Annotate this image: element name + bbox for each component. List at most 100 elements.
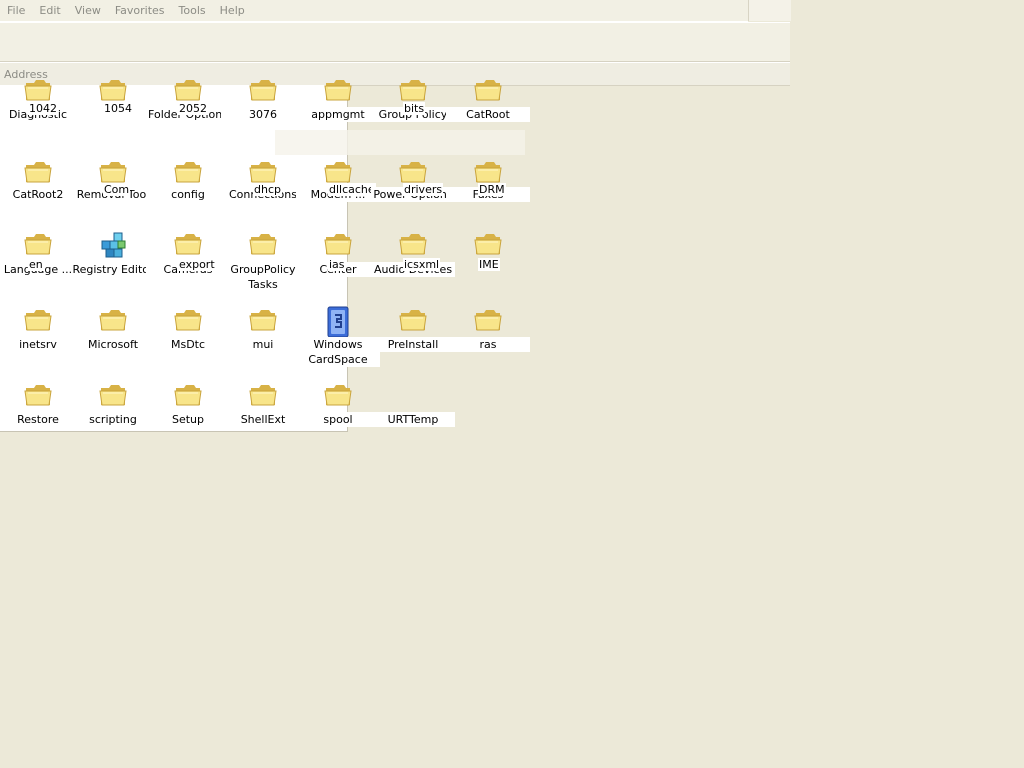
file-item-label: mui <box>221 337 305 352</box>
folder-icon <box>173 229 203 259</box>
menu-favorites[interactable]: Favorites <box>108 1 172 21</box>
folder-icon <box>248 229 278 259</box>
cardspace-icon <box>323 305 353 338</box>
overlay-label: IME <box>478 258 500 271</box>
folder-icon <box>398 229 428 259</box>
file-item[interactable]: Connectionsdhcp <box>221 151 305 215</box>
folder-icon <box>173 75 203 105</box>
file-item[interactable]: Audio Devicesicsxml <box>371 226 455 290</box>
file-item[interactable]: Restore <box>0 376 80 440</box>
file-item[interactable]: scripting <box>71 376 155 440</box>
file-item[interactable]: Centerias <box>296 226 380 290</box>
file-item-label: GroupPolicy Tasks <box>221 262 305 292</box>
file-item-label: 3076 <box>221 107 305 122</box>
file-item-label: ShellExt <box>221 412 305 427</box>
file-item[interactable]: spool <box>296 376 380 440</box>
folder-icon <box>98 380 128 410</box>
overlay-label: 1042 <box>28 102 58 115</box>
overlay-label: bits <box>403 102 426 115</box>
file-item[interactable]: MsDtc <box>146 301 230 365</box>
folder-icon <box>23 157 53 187</box>
folder-icon <box>323 75 353 105</box>
file-item[interactable]: Modem ...dllcache <box>296 151 380 215</box>
file-item-label: appmgmt <box>296 107 380 122</box>
toolbar <box>0 22 790 62</box>
file-item[interactable]: Power Optionsdrivers <box>371 151 455 215</box>
file-item[interactable]: GroupPolicy Tasks <box>221 226 305 292</box>
folder-icon <box>473 305 503 335</box>
folder-icon <box>248 305 278 335</box>
file-item[interactable]: Language ...en <box>0 226 80 290</box>
file-item-label: URTTemp <box>371 412 455 427</box>
folder-icon <box>398 75 428 105</box>
file-item[interactable]: Diagnostic1042 <box>0 75 80 139</box>
file-item-label: CatRoot2 <box>0 187 80 202</box>
file-item[interactable]: Setup <box>146 376 230 440</box>
folder-icon <box>23 75 53 105</box>
overlay-label: drivers <box>403 183 444 196</box>
folder-icon <box>23 380 53 410</box>
overlay-label: 2052 <box>178 102 208 115</box>
file-item-label: scripting <box>71 412 155 427</box>
folder-icon <box>473 75 503 105</box>
folder-icon <box>473 229 503 259</box>
menu-bar-extension <box>748 0 791 21</box>
file-item-label: ras <box>446 337 530 352</box>
file-item[interactable]: IME <box>450 226 526 290</box>
file-item-label: CatRoot <box>446 107 530 122</box>
file-item-label: inetsrv <box>0 337 80 352</box>
overlay-label: icsxml <box>403 258 441 271</box>
folder-icon <box>23 305 53 335</box>
menu-edit[interactable]: Edit <box>32 1 67 21</box>
folder-icon <box>323 380 353 410</box>
file-item-label: config <box>146 187 230 202</box>
file-item[interactable]: inetsrv <box>0 301 80 365</box>
file-item[interactable]: 1054 <box>75 75 151 139</box>
folder-icon <box>173 380 203 410</box>
file-item-label: Restore <box>0 412 80 427</box>
file-item[interactable]: mui <box>221 301 305 365</box>
folder-icon <box>398 305 428 335</box>
file-item-label: Registry Editor <box>71 262 155 277</box>
file-item[interactable]: Removal Tool Com <box>71 151 155 215</box>
overlay-label: export <box>178 258 216 271</box>
overlay-label: Com <box>103 183 131 196</box>
file-item-label: spool <box>296 412 380 427</box>
file-item[interactable]: URTTemp <box>371 376 455 440</box>
overlay-label: dhcp <box>253 183 282 196</box>
folder-icon <box>98 75 128 105</box>
overlay-label: 1054 <box>103 102 133 115</box>
ghost-strip <box>275 130 525 155</box>
menu-tools[interactable]: Tools <box>172 1 213 21</box>
file-item[interactable]: ShellExt <box>221 376 305 440</box>
file-item[interactable]: Folder Options2052 <box>146 75 230 139</box>
folder-icon <box>98 305 128 335</box>
folder-icon <box>23 229 53 259</box>
menu-help[interactable]: Help <box>213 1 252 21</box>
menu-view[interactable]: View <box>68 1 108 21</box>
folder-icon <box>248 380 278 410</box>
folder-icon <box>173 305 203 335</box>
folder-icon <box>173 157 203 187</box>
overlay-label: dllcache <box>328 183 376 196</box>
file-item[interactable]: CatRoot2 <box>0 151 80 215</box>
file-item[interactable]: PreInstall <box>371 301 455 365</box>
folder-icon <box>248 75 278 105</box>
file-item[interactable]: Registry Editor <box>71 226 155 290</box>
file-item[interactable]: Microsoft <box>71 301 155 365</box>
folder-icon <box>323 229 353 259</box>
file-item[interactable]: ras <box>446 301 530 365</box>
overlay-label: en <box>28 258 44 271</box>
file-item[interactable]: Windows CardSpace <box>296 301 380 367</box>
overlay-label: ias <box>328 258 346 271</box>
file-item-label: MsDtc <box>146 337 230 352</box>
file-item[interactable]: config <box>146 151 230 215</box>
registry-editor-icon <box>98 229 128 259</box>
file-item-label: PreInstall <box>371 337 455 352</box>
menu-bar: File Edit View Favorites Tools Help <box>0 0 748 22</box>
file-item-label: Setup <box>146 412 230 427</box>
file-item[interactable]: Camerasexport <box>146 226 230 290</box>
file-item[interactable]: FaxesDRM <box>446 151 530 215</box>
menu-file[interactable]: File <box>0 1 32 21</box>
overlay-label: DRM <box>478 183 506 196</box>
